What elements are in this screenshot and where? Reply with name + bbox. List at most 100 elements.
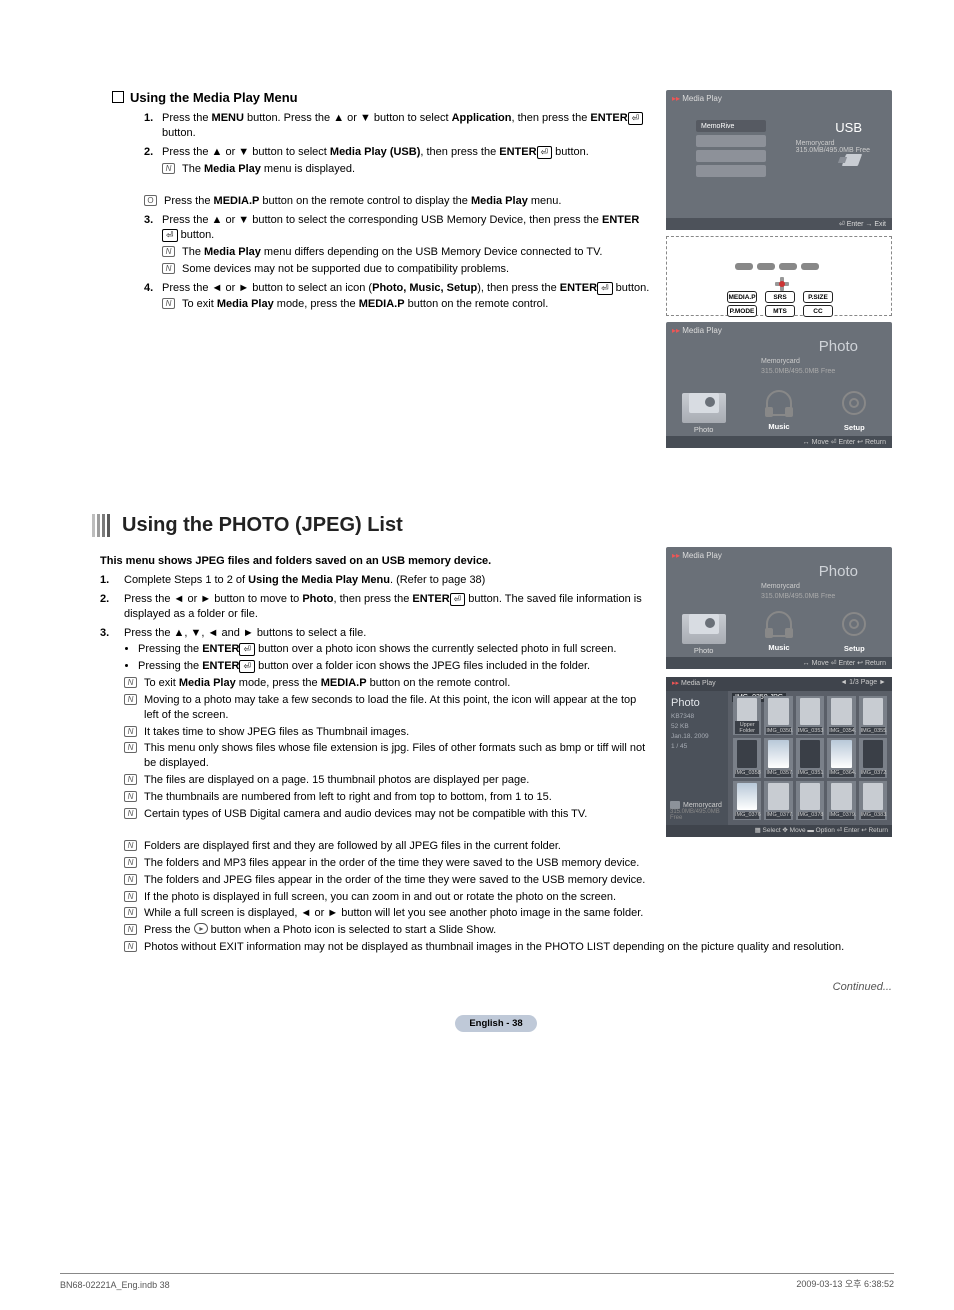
note-icon: N (162, 263, 175, 274)
plist-header: ▸▸ Media Play◄ 1/3 Page ► (666, 677, 892, 691)
cat-music: Music (749, 387, 809, 434)
step-item: 3.Press the ▲ or ▼ button to select the … (144, 213, 652, 276)
color-buttons-row (735, 263, 825, 270)
section-photo-list: This menu shows JPEG files and folders s… (100, 547, 892, 837)
screen-header: ▸▸ Media Play (666, 90, 892, 107)
wide-note: NFolders are displayed first and they ar… (124, 839, 892, 854)
usb-label: USB (835, 120, 862, 135)
note-icon: N (124, 742, 137, 753)
thumbnail: IMG_0358.JPG (733, 738, 761, 777)
step-item: 1.Complete Steps 1 to 2 of Using the Med… (100, 573, 652, 588)
note-icon: N (124, 774, 137, 785)
plist-meta: KB7348 (671, 713, 723, 720)
thumbnail-grid: Upper FolderIMG_0350.JPGIMG_0353.JPGIMG_… (730, 693, 890, 823)
note-icon: N (162, 163, 175, 174)
thumbnail: IMG_0351.JPG (796, 738, 824, 777)
color-button (757, 263, 775, 270)
section-b-figures: ▸▸ Media Play Photo Memorycard 315.0MB/4… (666, 547, 892, 837)
footer-line (60, 1273, 894, 1274)
remote-btn-pmode: P.MODE (727, 305, 757, 317)
memorycard-icon (670, 801, 680, 809)
thumbnail: IMG_0376.JPG (733, 781, 761, 820)
screenshot-photo-list: ▸▸ Media Play◄ 1/3 Page ► Photo KB7348 5… (666, 677, 892, 837)
screen-footer: ⏎ Enter → Exit (666, 218, 892, 230)
screenshot-photo-cats-2: ▸▸ Media Play Photo Memorycard 315.0MB/4… (666, 547, 892, 669)
screen-title: Photo (819, 338, 858, 355)
section-media-play-menu: Using the Media Play Menu 1.Press the ME… (100, 90, 892, 456)
section-b-heading: Using the PHOTO (JPEG) List (122, 514, 403, 537)
cat-photo: Photo (674, 387, 734, 434)
note-icon: N (124, 874, 137, 885)
headphones-icon (766, 611, 792, 637)
note-icon: N (124, 677, 137, 688)
remote-row-1: MEDIA.P SRS P.SIZE (727, 291, 833, 303)
wide-note: NWhile a full screen is displayed, ◄ or … (124, 906, 892, 921)
thumbnail: IMG_0377.JPG (764, 781, 792, 820)
sub-bullet: Pressing the ENTER⏎ button over a folder… (138, 659, 652, 674)
step-item: 2.Press the ▲ or ▼ button to select Medi… (144, 145, 652, 177)
step-item: 4.Press the ◄ or ► button to select an i… (144, 281, 652, 313)
memory-card-icon (680, 334, 736, 376)
note-icon: N (124, 891, 137, 902)
steps-list-b: 1.Complete Steps 1 to 2 of Using the Med… (100, 573, 652, 822)
note-icon: N (162, 246, 175, 257)
wide-note: NThe folders and JPEG files appear in th… (124, 873, 892, 888)
gear-icon (842, 612, 866, 636)
note-icon: N (124, 924, 137, 935)
note-icon: N (124, 907, 137, 918)
thumbnail: IMG_0364.JPG (827, 738, 855, 777)
section-b-heading-row: Using the PHOTO (JPEG) List (92, 514, 892, 537)
screenshot-usb-menu: ▸▸ Media Play MemoRive USB Memorycard315… (666, 90, 892, 230)
cat-setup: Setup (824, 608, 884, 655)
plist-left-panel: Photo KB7348 52 KB Jan.18. 2009 1 / 45 M… (666, 691, 728, 825)
color-button (801, 263, 819, 270)
headphones-icon (766, 390, 792, 416)
note-icon: N (124, 694, 137, 705)
note-icon: N (124, 791, 137, 802)
cat-setup: Setup (824, 387, 884, 434)
step-item: 3.Press the ▲, ▼, ◄ and ► buttons to sel… (100, 626, 652, 822)
plist-meta: Jan.18. 2009 (671, 733, 723, 740)
thumbnail: IMG_0379.JPG (827, 781, 855, 820)
thumbnail: IMG_0355.JPG (859, 696, 887, 735)
note-icon: N (124, 808, 137, 819)
section-a-figures: ▸▸ Media Play MemoRive USB Memorycard315… (666, 90, 892, 456)
wide-note: NPhotos without EXIT information may not… (124, 940, 892, 955)
wide-notes: NFolders are displayed first and they ar… (124, 839, 892, 955)
checkbox-bullet-icon (112, 91, 124, 103)
thumbnail: IMG_0372.JPG (859, 738, 887, 777)
wide-note: NIf the photo is displayed in full scree… (124, 890, 892, 905)
thumbnail: IMG_0357.JPG (764, 738, 792, 777)
remote-control-diagram: MEDIA.P SRS P.SIZE P.MODE MTS CC (666, 236, 892, 316)
memory-item-selected: MemoRive (696, 120, 766, 132)
footer-left: BN68-02221A_Eng.indb 38 (60, 1280, 170, 1290)
remote-row-2: P.MODE MTS CC (727, 305, 833, 317)
note-icon: N (124, 941, 137, 952)
thumbnail: Upper Folder (733, 696, 761, 735)
note-icon: N (124, 857, 137, 868)
camera-icon (689, 614, 719, 634)
thumbnail: IMG_0383.JPG (859, 781, 887, 820)
gear-icon (842, 391, 866, 415)
section-b-intro: This menu shows JPEG files and folders s… (100, 555, 652, 567)
continued-label: Continued... (100, 981, 892, 993)
screen-sub2: 315.0MB/495.0MB Free (761, 593, 835, 600)
screen-header: ▸▸ Media Play (666, 547, 892, 564)
o-note-icon: O (144, 195, 157, 206)
plist-meta: 52 KB (671, 723, 723, 730)
section-a-text: Using the Media Play Menu 1.Press the ME… (100, 90, 652, 456)
memory-list: MemoRive (696, 120, 766, 180)
plist-title: Photo (671, 697, 723, 709)
sub-bullet: Pressing the ENTER⏎ button over a photo … (138, 642, 652, 657)
memory-item (696, 135, 766, 147)
heading-bars-icon (92, 514, 112, 537)
plist-footer: ▦ Select ✥ Move ▬ Option ⏎ Enter ↩ Retur… (666, 825, 892, 837)
cat-music: Music (749, 608, 809, 655)
thumbnail: IMG_0354.JPG (827, 696, 855, 735)
page-number: English - 38 (100, 1017, 892, 1029)
remote-btn-mts: MTS (765, 305, 795, 317)
screen-footer: ↔ Move ⏎ Enter ↩ Return (666, 436, 892, 448)
section-b-text: This menu shows JPEG files and folders s… (100, 547, 652, 837)
remote-btn-cc: CC (803, 305, 833, 317)
camera-icon (689, 393, 719, 413)
